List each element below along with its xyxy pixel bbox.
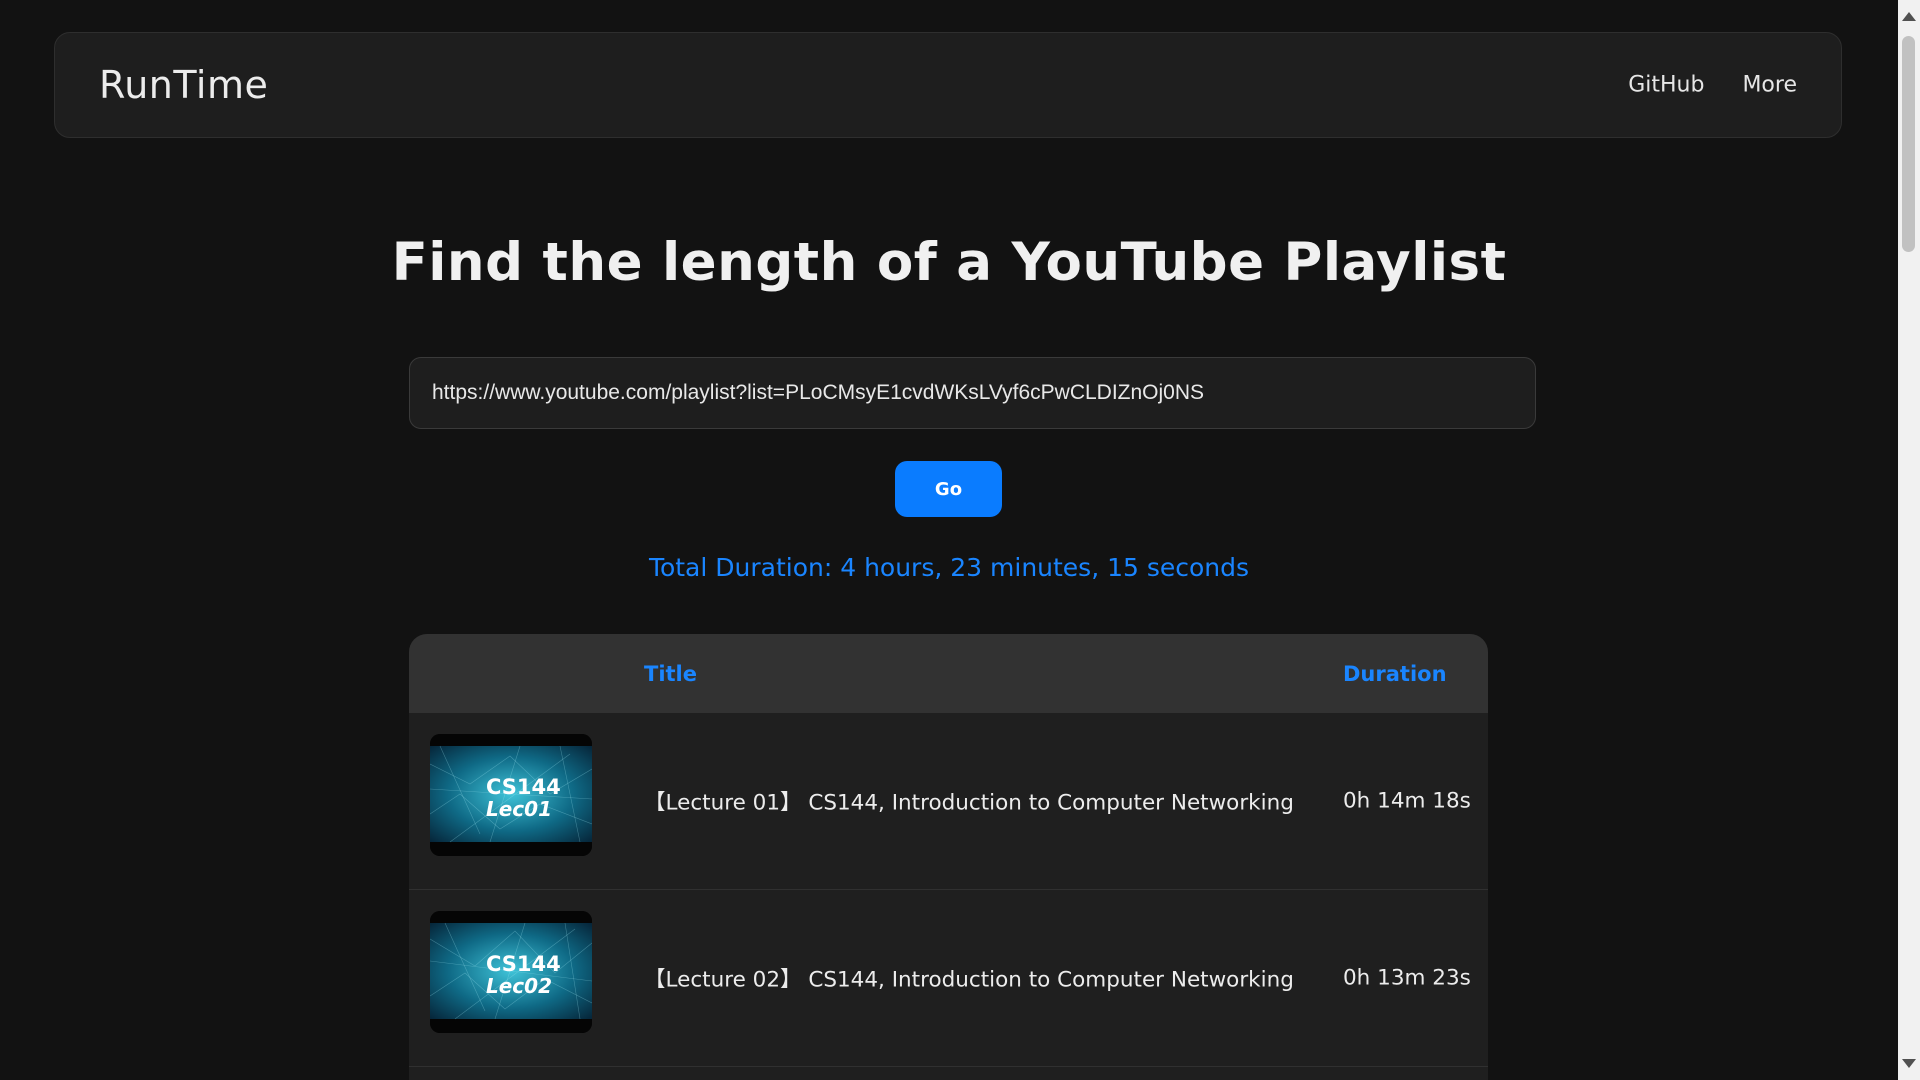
nav-link-github[interactable]: GitHub [1628, 73, 1704, 98]
nav-link-more[interactable]: More [1742, 73, 1797, 98]
page: RunTime GitHub More Find the length of a… [0, 0, 1898, 1080]
video-title[interactable]: 【Lecture 01】 CS144, Introduction to Comp… [644, 786, 1294, 817]
scroll-down-icon[interactable] [1902, 1059, 1916, 1068]
table-row: CS144 Lec01 【Lecture 01】 CS144, Introduc… [409, 713, 1488, 890]
total-duration-text: Total Duration: 4 hours, 23 minutes, 15 … [648, 553, 1250, 582]
thumbnail-label-lecture: Lec01 [486, 797, 552, 821]
video-duration: 0h 13m 23s [1343, 965, 1471, 991]
thumbnail-label-course: CS144 [486, 952, 561, 976]
table-row [409, 1067, 1488, 1080]
page-title: Find the length of a YouTube Playlist [391, 232, 1507, 293]
video-thumbnail[interactable]: CS144 Lec02 [430, 911, 592, 1033]
go-button[interactable]: Go [895, 461, 1002, 517]
video-duration: 0h 14m 18s [1343, 788, 1471, 814]
column-header-duration: Duration [1343, 661, 1447, 686]
playlist-table: Title Duration CS144 Lec01 【Lecture 01】 … [409, 634, 1488, 1080]
brand-logo[interactable]: RunTime [99, 63, 268, 107]
table-row: CS144 Lec02 【Lecture 02】 CS144, Introduc… [409, 890, 1488, 1067]
table-header: Title Duration [409, 634, 1488, 713]
navbar: RunTime GitHub More [54, 32, 1842, 138]
playlist-url-input[interactable] [409, 357, 1536, 429]
scrollbar-thumb[interactable] [1902, 36, 1915, 252]
scroll-up-icon[interactable] [1902, 12, 1916, 21]
thumbnail-label-lecture: Lec02 [486, 974, 552, 998]
video-thumbnail[interactable]: CS144 Lec01 [430, 734, 592, 856]
thumbnail-label-course: CS144 [486, 775, 561, 799]
video-title[interactable]: 【Lecture 02】 CS144, Introduction to Comp… [644, 963, 1294, 994]
nav-links: GitHub More [1628, 73, 1797, 98]
vertical-scrollbar[interactable] [1898, 0, 1920, 1080]
column-header-title: Title [644, 661, 698, 686]
